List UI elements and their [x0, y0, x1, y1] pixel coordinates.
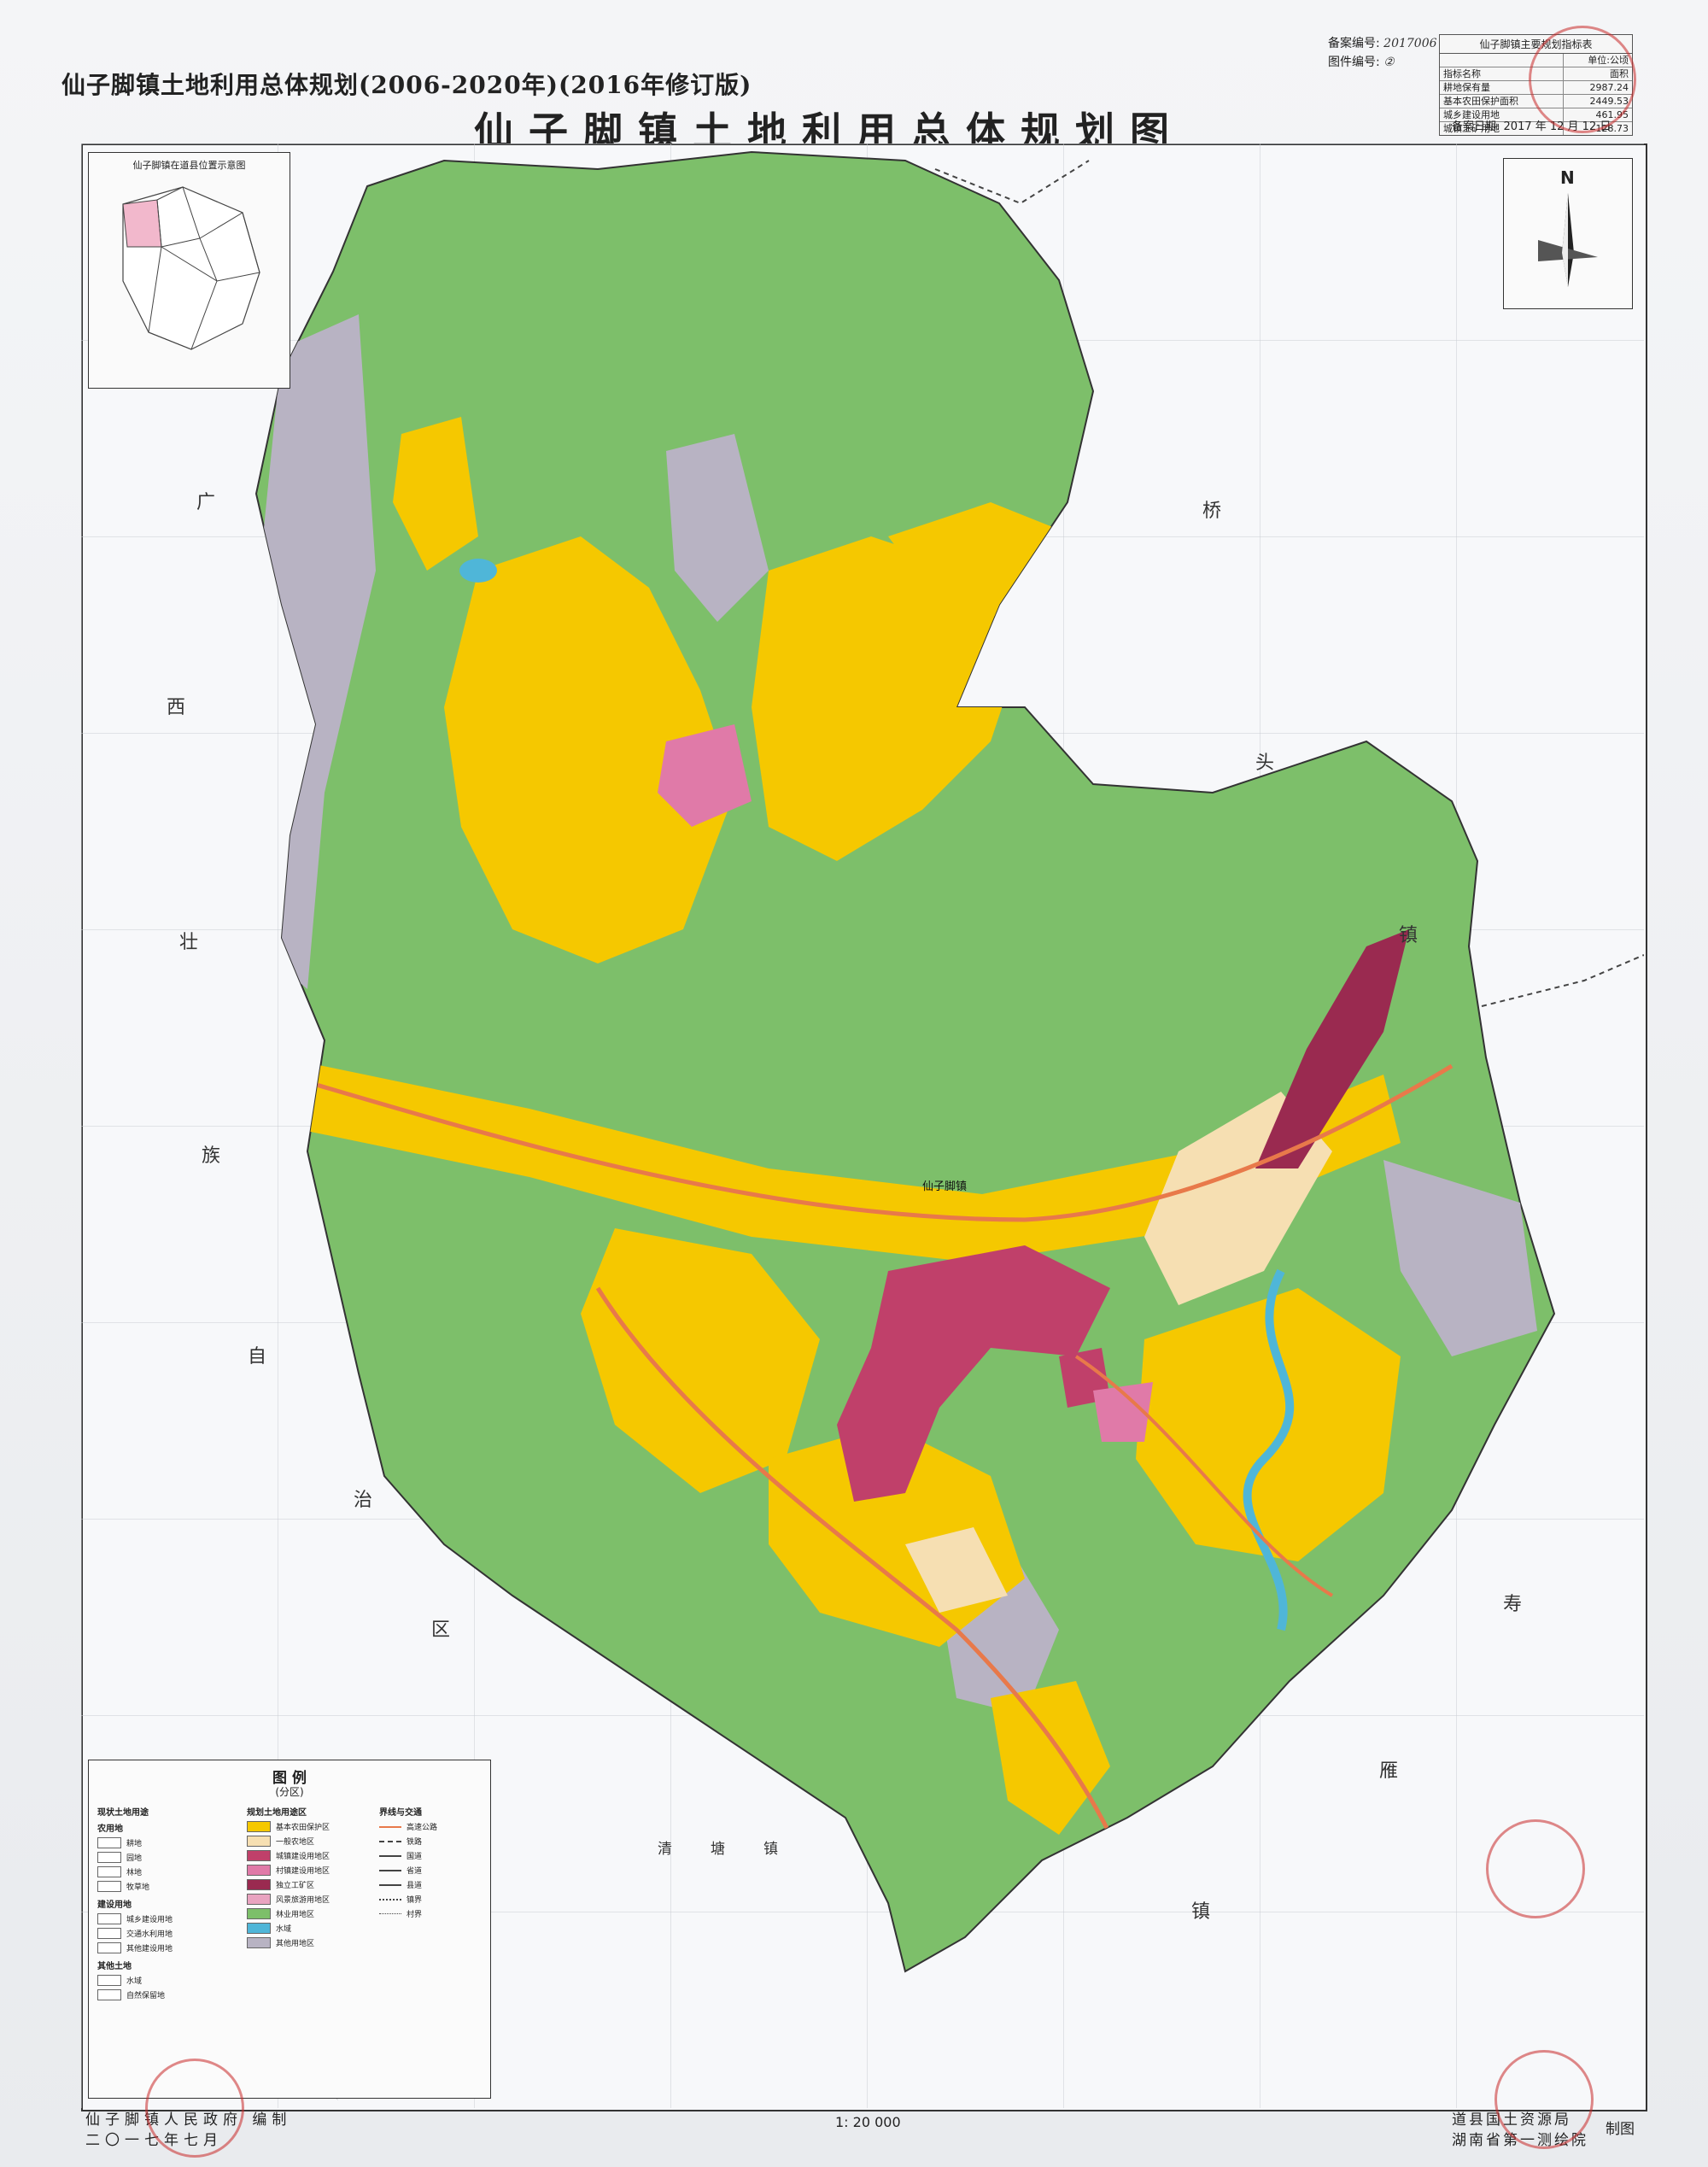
- legend-line-label: 铁路: [407, 1838, 423, 1847]
- legend-zone-label: 村镇建设用地区: [276, 1867, 330, 1876]
- legend-line-label: 国道: [407, 1853, 423, 1861]
- legend-item: 水域: [126, 1977, 143, 1986]
- legend-zone-label: 独立工矿区: [276, 1882, 315, 1890]
- record-info: 备案编号: 2017006 图件编号: ②: [1328, 34, 1437, 72]
- legend-item: 耕地: [126, 1840, 143, 1848]
- compass-icon: [1538, 193, 1598, 287]
- neighbor-west-char: 治: [354, 1490, 373, 1511]
- official-seal: [1529, 26, 1636, 133]
- sheet-no-value: ②: [1383, 56, 1395, 69]
- legend-col-title: 规划土地用途区: [247, 1808, 307, 1818]
- neighbor-west-char: 西: [167, 697, 186, 718]
- north-arrow: N: [1503, 158, 1633, 309]
- record-no-value: 2017006: [1383, 37, 1437, 50]
- reservoir: [459, 559, 497, 583]
- legend-col-zones: 规划土地用途区 基本农田保护区 一般农地区 城镇建设用地区 村镇建设用地区 独立…: [247, 1801, 358, 1950]
- official-seal: [145, 2059, 244, 2158]
- legend-line-label: 省道: [407, 1867, 423, 1876]
- map-scale: 1: 20 000: [835, 2114, 901, 2130]
- town-center-label: 仙子脚镇: [922, 1180, 968, 1193]
- legend-item: 牧草地: [126, 1883, 150, 1892]
- map-subtitle: 仙子脚镇土地利用总体规划(2006-2020年)(2016年修订版): [61, 71, 752, 99]
- record-date-label: 备案日期:: [1452, 120, 1500, 133]
- neighbor-east-char: 寿: [1503, 1594, 1523, 1615]
- neighbor-south-label: 清塘镇: [658, 1841, 816, 1858]
- neighbor-east-char: 头: [1255, 753, 1275, 774]
- legend-zone-label: 水域: [276, 1925, 292, 1934]
- legend-item: 林地: [126, 1869, 143, 1877]
- neighbor-east-char: 桥: [1202, 501, 1222, 522]
- neighbor-west-char: 壮: [179, 932, 199, 953]
- legend-col-title: 现状土地用途: [97, 1808, 149, 1818]
- record-no-label: 备案编号:: [1328, 37, 1380, 50]
- neighbor-west-char: 广: [196, 492, 216, 513]
- legend-col-current: 现状土地用途 农用地 耕地 园地 林地 牧草地 建设用地 城乡建设用地 交通水利…: [97, 1801, 191, 2002]
- legend-item: 其他建设用地: [126, 1945, 173, 1953]
- legend-zone-label: 城镇建设用地区: [276, 1853, 330, 1861]
- legend-item: 自然保留地: [126, 1992, 166, 2000]
- neighbor-west-char: 区: [431, 1619, 451, 1641]
- legend-line-label: 村界: [407, 1911, 423, 1919]
- neighbor-east-char: 镇: [1191, 1901, 1211, 1923]
- neighbor-east-char: 镇: [1399, 925, 1418, 946]
- legend-zone-label: 基本农田保护区: [276, 1824, 330, 1832]
- legend-zone-label: 风景旅游用地区: [276, 1896, 330, 1905]
- legend-col-lines: 界线与交通 高速公路 铁路 国道 省道 县道 镇界 村界: [379, 1801, 482, 1921]
- official-seal: [1494, 2050, 1594, 2149]
- neighbor-west-char: 自: [248, 1346, 267, 1368]
- legend-col-title: 界线与交通: [379, 1808, 422, 1818]
- legend-zone-label: 林业用地区: [276, 1911, 315, 1919]
- legend-section: 建设用地: [97, 1901, 132, 1910]
- legend-item: 城乡建设用地: [126, 1916, 173, 1924]
- legend-line-label: 镇界: [407, 1896, 423, 1905]
- mapper-tail: 制图: [1606, 2121, 1635, 2138]
- location-inset: 仙子脚镇在道县位置示意图: [88, 152, 290, 389]
- legend-zone-label: 其他用地区: [276, 1940, 315, 1948]
- legend-item: 交通水利用地: [126, 1930, 173, 1939]
- legend-section: 其他土地: [97, 1962, 132, 1971]
- sheet-no-label: 图件编号:: [1328, 56, 1380, 69]
- neighbor-east-char: 雁: [1379, 1760, 1399, 1782]
- neighbor-west-char: 族: [202, 1145, 221, 1167]
- legend-section: 农用地: [97, 1824, 123, 1834]
- map-legend: 图 例 (分区) 现状土地用途 农用地 耕地 园地 林地 牧草地 建设用地 城乡…: [88, 1760, 491, 2099]
- legend-subtitle: (分区): [275, 1786, 304, 1798]
- inset-map: [122, 186, 260, 350]
- official-seal: [1486, 1819, 1585, 1918]
- legend-line-label: 高速公路: [407, 1824, 438, 1832]
- legend-zone-label: 一般农地区: [276, 1838, 315, 1847]
- legend-line-label: 县道: [407, 1882, 423, 1890]
- legend-item: 园地: [126, 1854, 143, 1863]
